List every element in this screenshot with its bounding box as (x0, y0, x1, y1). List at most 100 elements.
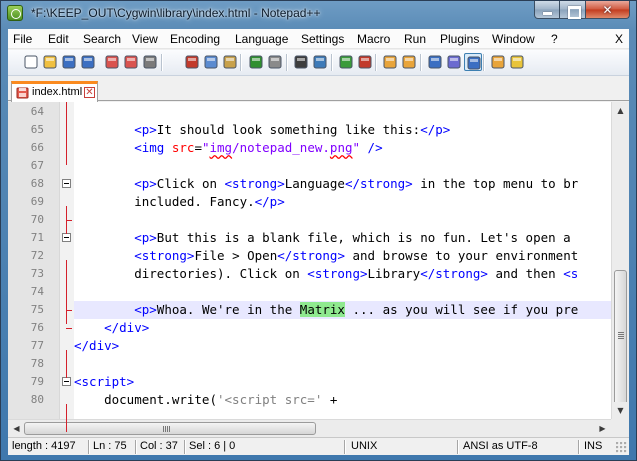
code-line[interactable]: <p>Whoa. We're in the Matrix ... as you … (74, 301, 611, 319)
sync-horizontal-icon[interactable] (400, 53, 418, 71)
code-line[interactable]: <strong>File > Open</strong> and browse … (74, 247, 611, 265)
line-number: 74 (30, 285, 44, 298)
menu-search[interactable]: Search (83, 32, 121, 46)
cut-icon[interactable] (183, 53, 201, 71)
line-number: 69 (30, 195, 44, 208)
redo-icon[interactable] (266, 53, 284, 71)
replace-icon[interactable] (311, 53, 329, 71)
minimize-button[interactable] (534, 1, 560, 19)
menu-bar: File Edit Search View Encoding Language … (8, 29, 629, 49)
menu-macro[interactable]: Macro (357, 32, 390, 46)
copy-icon[interactable] (202, 53, 220, 71)
code-line[interactable] (74, 355, 611, 373)
horizontal-scroll-thumb[interactable] (24, 422, 316, 435)
scroll-down-arrow-icon[interactable]: ▼ (612, 402, 629, 419)
close-all-icon[interactable] (122, 53, 140, 71)
status-eol-format: UNIX (351, 440, 378, 452)
line-number: 66 (30, 141, 44, 154)
zoom-in-icon[interactable] (337, 53, 355, 71)
line-number: 65 (30, 123, 44, 136)
fold-toggle-icon[interactable] (62, 377, 71, 386)
scroll-left-arrow-icon[interactable]: ◀ (8, 420, 25, 437)
menu-edit[interactable]: Edit (48, 32, 69, 46)
close-window-button[interactable]: ✕ (586, 1, 630, 19)
paste-icon[interactable] (221, 53, 239, 71)
line-number: 70 (30, 213, 44, 226)
maximize-button[interactable] (560, 1, 586, 19)
code-editor[interactable]: 64 65 66 67 68 69 70 71 72 73 74 75 76 77 78 79 80 <p>It… (8, 102, 629, 437)
save-all-icon[interactable] (79, 53, 97, 71)
line-number: 80 (30, 393, 44, 406)
new-file-icon[interactable] (22, 53, 40, 71)
line-number: 73 (30, 267, 44, 280)
close-file-icon[interactable] (103, 53, 121, 71)
find-icon[interactable] (292, 53, 310, 71)
code-line[interactable] (74, 103, 611, 121)
window-controls: ✕ (534, 1, 630, 20)
indent-guide-icon[interactable] (464, 53, 482, 71)
code-line[interactable]: <img src="img/notepad_new.png" /> (74, 139, 611, 157)
status-length: length : 4197 (12, 440, 76, 452)
line-number: 78 (30, 357, 44, 370)
menu-encoding[interactable]: Encoding (170, 32, 220, 46)
line-number: 64 (30, 105, 44, 118)
code-text-area[interactable]: <p>It should look something like this:</… (74, 102, 611, 419)
fold-toggle-icon[interactable] (62, 233, 71, 242)
menu-settings[interactable]: Settings (301, 32, 344, 46)
toolbar (8, 50, 629, 76)
open-file-icon[interactable] (41, 53, 59, 71)
line-number: 76 (30, 321, 44, 334)
scroll-right-arrow-icon[interactable]: ▶ (594, 420, 611, 437)
status-column: Col : 37 (140, 440, 178, 452)
line-number: 71 (30, 231, 44, 244)
line-number-gutter[interactable]: 64 65 66 67 68 69 70 71 72 73 74 75 76 77 78 79 80 (8, 102, 60, 419)
code-line[interactable]: </div> (74, 337, 611, 355)
menu-help[interactable]: ? (551, 32, 558, 46)
code-line[interactable]: <p>But this is a blank file, which is no… (74, 229, 611, 247)
scrollbar-corner (611, 419, 629, 437)
status-line: Ln : 75 (93, 440, 127, 452)
save-icon[interactable] (60, 53, 78, 71)
zoom-out-icon[interactable] (356, 53, 374, 71)
word-wrap-icon[interactable] (426, 53, 444, 71)
fold-toggle-icon[interactable] (62, 179, 71, 188)
line-number: 67 (30, 159, 44, 172)
scroll-up-arrow-icon[interactable]: ▲ (612, 102, 629, 119)
close-document-menu-button[interactable]: X (615, 32, 623, 46)
code-line[interactable]: directories). Click on <strong>Library</… (74, 265, 611, 283)
tab-index-html[interactable]: index.html ✕ (11, 81, 98, 102)
sync-vertical-icon[interactable] (381, 53, 399, 71)
code-line[interactable]: </div> (74, 319, 611, 337)
horizontal-scrollbar[interactable]: ◀ ▶ (8, 419, 611, 437)
menu-plugins[interactable]: Plugins (440, 32, 479, 46)
code-line[interactable]: included. Fancy.</p> (74, 193, 611, 211)
code-line[interactable]: <p>It should look something like this:</… (74, 121, 611, 139)
menu-window[interactable]: Window (492, 32, 535, 46)
line-number: 79 (30, 375, 44, 388)
menu-run[interactable]: Run (404, 32, 426, 46)
language-define-icon[interactable] (489, 53, 507, 71)
code-line[interactable]: document.write('<script src=' + (74, 391, 611, 409)
line-number: 68 (30, 177, 44, 190)
resize-grip[interactable] (616, 442, 628, 454)
code-line[interactable] (74, 211, 611, 229)
tab-close-button[interactable]: ✕ (84, 87, 95, 98)
code-line[interactable] (74, 283, 611, 301)
title-bar[interactable]: *F:\KEEP_OUT\Cygwin\library\index.html -… (1, 1, 636, 27)
code-line[interactable]: <p>Click on <strong>Language</strong> in… (74, 175, 611, 193)
code-line[interactable]: <script> (74, 373, 611, 391)
menu-view[interactable]: View (132, 32, 158, 46)
print-icon[interactable] (141, 53, 159, 71)
menu-language[interactable]: Language (235, 32, 288, 46)
vertical-scroll-thumb[interactable] (614, 270, 627, 408)
undo-icon[interactable] (247, 53, 265, 71)
status-selection: Sel : 6 | 0 (189, 440, 236, 452)
notepadpp-app-icon[interactable] (7, 5, 23, 21)
show-all-chars-icon[interactable] (445, 53, 463, 71)
fold-margin[interactable] (60, 102, 74, 419)
menu-file[interactable]: File (13, 32, 32, 46)
code-line[interactable] (74, 157, 611, 175)
file-modified-icon (16, 87, 29, 99)
macro-record-icon[interactable] (508, 53, 526, 71)
vertical-scrollbar[interactable]: ▲ ▼ (611, 102, 629, 419)
